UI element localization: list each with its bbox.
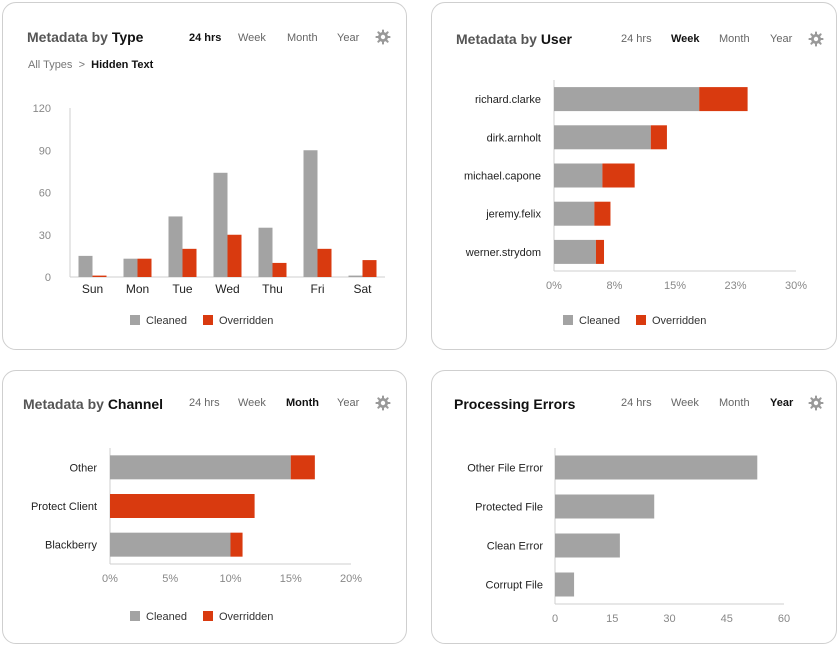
legend-label-overridden: Overridden (652, 315, 706, 327)
legend-swatch-overridden (636, 315, 646, 325)
bar-cleaned (554, 201, 595, 226)
bar-cleaned (555, 572, 575, 597)
x-tick-label: 20% (340, 573, 362, 585)
x-tick-label: Fri (311, 282, 325, 296)
legend-label-overridden: Overridden (219, 315, 273, 327)
bar-overridden (602, 163, 635, 188)
bar-cleaned (110, 455, 291, 480)
legend-label-overridden: Overridden (219, 611, 273, 623)
x-tick-label: Sun (82, 282, 103, 296)
y-tick-label: michael.capone (464, 171, 541, 183)
bar-overridden (92, 275, 107, 277)
x-tick-label: Wed (215, 282, 239, 296)
x-tick-label: Thu (262, 282, 283, 296)
legend-label-cleaned: Cleaned (579, 315, 620, 327)
errors-chart: 0 15 30 45 60 Other File Error Protected File C… (467, 448, 790, 625)
bar-cleaned (554, 87, 700, 112)
legend-label-cleaned: Cleaned (146, 315, 187, 327)
bar-cleaned (78, 255, 93, 277)
bar-cleaned (110, 532, 231, 557)
x-tick-label: 0 (552, 613, 558, 625)
bar-cleaned (258, 227, 273, 277)
bar-cleaned (303, 150, 318, 277)
bar-overridden (594, 201, 611, 226)
bar-cleaned (555, 494, 655, 519)
y-tick-label: Protect Client (31, 501, 97, 513)
x-tick-label: 0% (102, 573, 118, 585)
y-tick-label: 60 (39, 188, 51, 200)
legend-label-cleaned: Cleaned (146, 611, 187, 623)
channel-card: Metadata by Channel 24 hrs Week Month Ye… (2, 370, 407, 644)
x-tick-label: Tue (172, 282, 193, 296)
x-tick-label: 23% (724, 280, 746, 292)
channel-chart: 0% 5% 10% 15% 20% Other Protect Client Blackber… (31, 448, 362, 623)
bar-overridden (227, 234, 242, 277)
y-tick-label: richard.clarke (475, 94, 541, 106)
type-chart: 0 30 60 90 120 Sun Mon Tue Wed Thu Fri Sat Cleaned Ov… (33, 103, 385, 327)
y-tick-label: werner.strydom (465, 247, 541, 259)
x-tick-label: Sat (353, 282, 372, 296)
x-tick-label: 15% (280, 573, 302, 585)
bar-cleaned (554, 239, 596, 264)
y-tick-label: 90 (39, 145, 51, 157)
y-tick-label: Other (69, 462, 97, 474)
bar-cleaned (555, 533, 620, 558)
bar-overridden (595, 239, 605, 264)
legend-swatch-overridden (203, 611, 213, 621)
bar-cleaned (213, 172, 228, 277)
bar-overridden (290, 455, 315, 480)
bar-cleaned (555, 455, 758, 480)
y-tick-label: Clean Error (487, 541, 544, 553)
bar-cleaned (554, 125, 651, 150)
x-tick-label: 5% (162, 573, 178, 585)
errors-card: Processing Errors 24 hrs Week Month Year… (431, 370, 837, 644)
y-tick-label: 0 (45, 272, 51, 284)
legend-swatch-cleaned (130, 315, 140, 325)
bar-cleaned (123, 258, 138, 277)
x-tick-label: 8% (607, 280, 623, 292)
y-tick-label: Other File Error (467, 463, 543, 475)
bar-overridden (230, 532, 243, 557)
x-tick-label: 15% (664, 280, 686, 292)
x-tick-label: Mon (126, 282, 149, 296)
bar-overridden (182, 248, 197, 277)
x-tick-label: 15 (606, 613, 618, 625)
legend-swatch-cleaned (563, 315, 573, 325)
bar-overridden (137, 258, 152, 277)
bar-overridden (650, 125, 667, 150)
y-tick-label: Protected File (475, 502, 543, 514)
legend-swatch-overridden (203, 315, 213, 325)
y-tick-label: dirk.arnholt (487, 132, 541, 144)
y-tick-label: Blackberry (45, 540, 97, 552)
bar-overridden (699, 87, 748, 112)
bar-cleaned (554, 163, 603, 188)
x-tick-label: 30% (785, 280, 807, 292)
bar-overridden (110, 494, 255, 518)
legend-swatch-cleaned (130, 611, 140, 621)
x-tick-label: 0% (546, 280, 562, 292)
bar-overridden (362, 260, 377, 277)
bar-cleaned (348, 275, 363, 277)
y-tick-label: 30 (39, 230, 51, 242)
y-tick-label: jeremy.felix (485, 209, 541, 221)
y-tick-label: Corrupt File (486, 580, 543, 592)
bar-cleaned (168, 216, 183, 277)
type-card: Metadata by Type 24 hrs Week Month Year … (2, 2, 407, 350)
bar-overridden (317, 248, 332, 277)
user-card: Metadata by User 24 hrs Week Month Year … (431, 2, 837, 350)
bar-overridden (272, 262, 287, 277)
x-tick-label: 45 (721, 613, 733, 625)
user-chart: 0% 8% 15% 23% 30% richard.clarke dirk.arnholt m… (464, 80, 807, 327)
x-tick-label: 60 (778, 613, 790, 625)
y-tick-label: 120 (33, 103, 51, 115)
x-tick-label: 10% (219, 573, 241, 585)
x-tick-label: 30 (663, 613, 675, 625)
